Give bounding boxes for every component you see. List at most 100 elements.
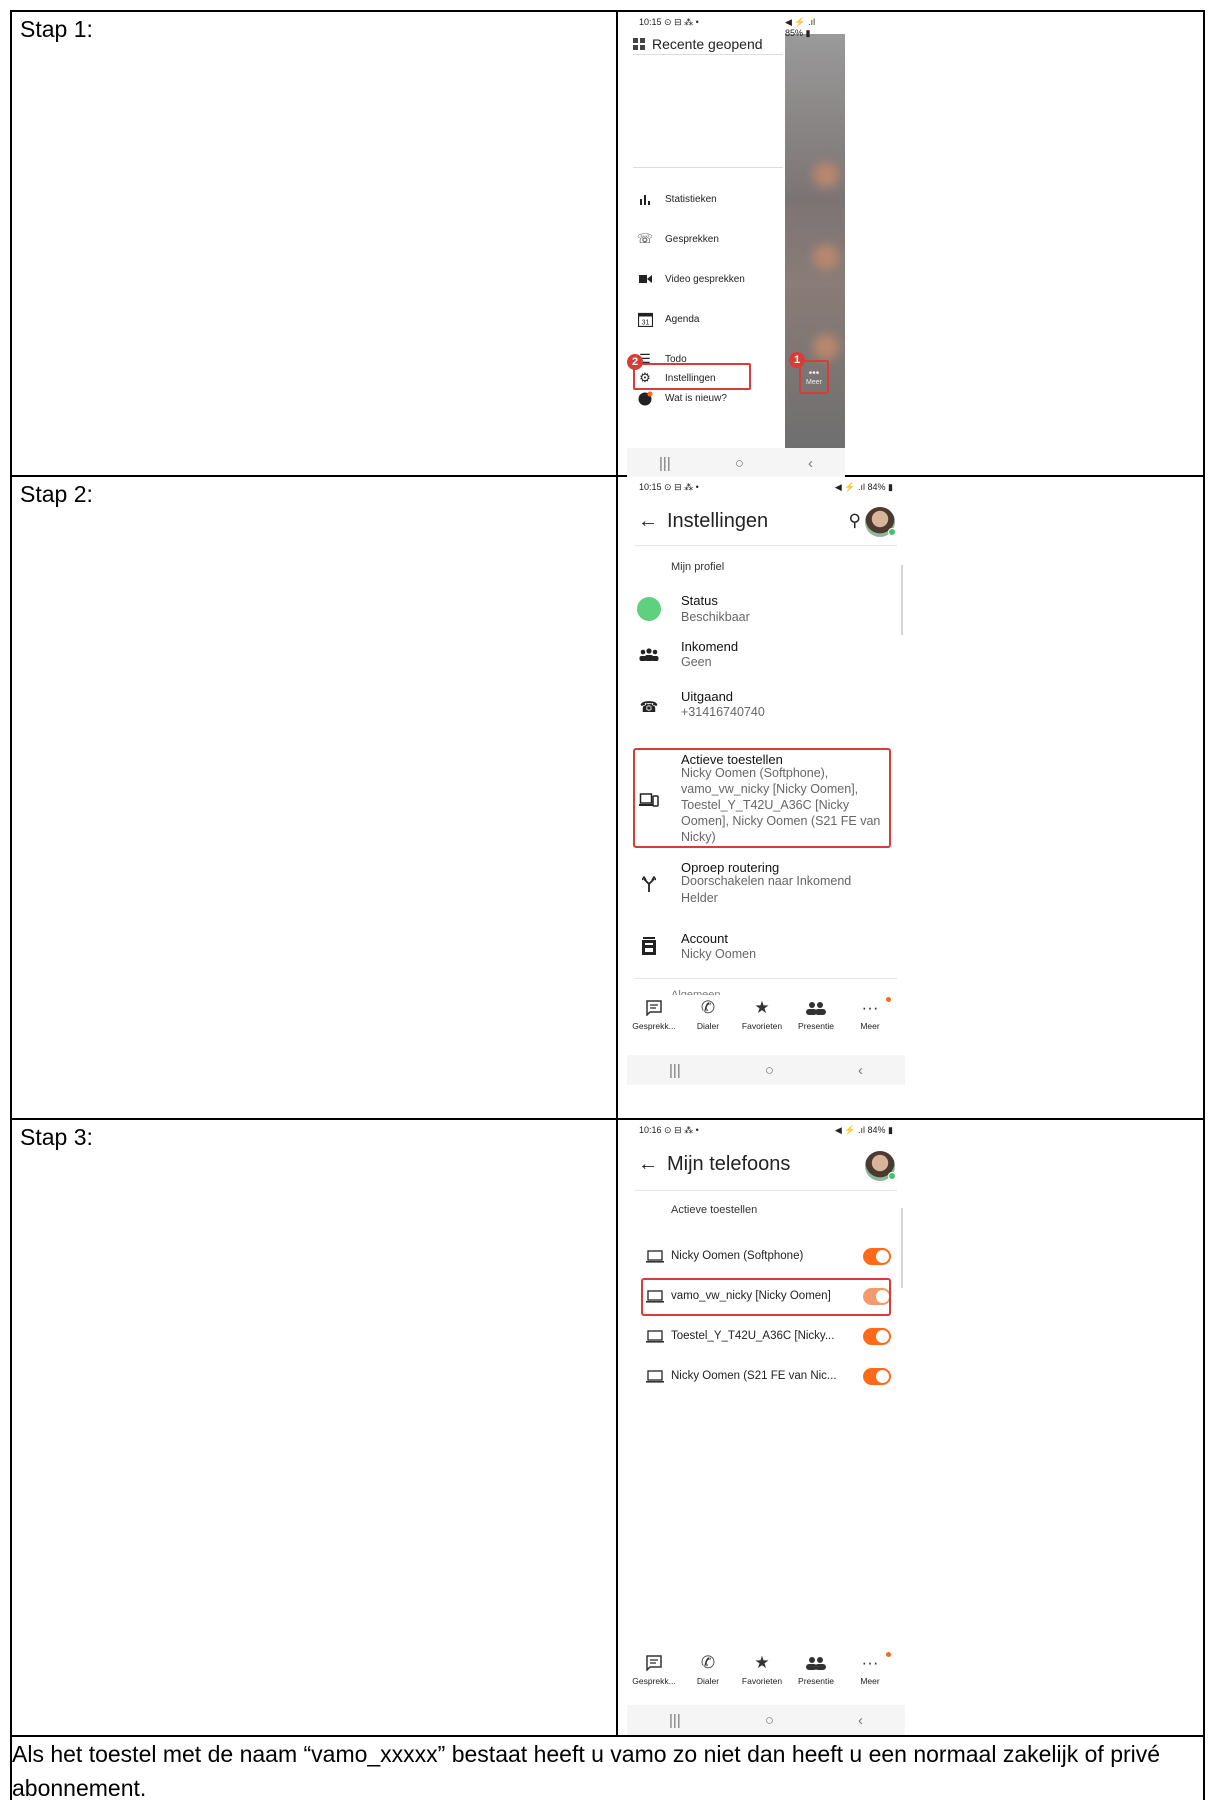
menu-label: Video gesprekken	[665, 273, 745, 285]
menu-item-statistieken[interactable]: Statistieken	[637, 188, 777, 210]
status-dot-icon	[637, 597, 661, 621]
status-bar: 10:15 ⊙ ⊟ ⁂ • ◀ ⚡ .ıl 84% ▮	[627, 477, 905, 499]
account-icon	[637, 934, 661, 958]
presence-icon	[789, 1650, 843, 1676]
star-icon: ★	[754, 998, 770, 1017]
bar-chart-icon	[637, 191, 653, 207]
setting-label: Account	[681, 931, 728, 946]
recent-opened-label: Recente geopend	[652, 36, 763, 52]
nav-label: Meer	[860, 1021, 880, 1031]
android-nav-bar: ||| ○ ‹	[627, 448, 845, 478]
home-button[interactable]: ○	[735, 455, 744, 472]
status-time: 10:16 ⊙ ⊟ ⁂ •	[639, 1125, 699, 1135]
recents-button[interactable]: |||	[669, 1712, 681, 1729]
page-title: Mijn telefoons	[667, 1152, 791, 1175]
device-toggle[interactable]	[863, 1328, 891, 1345]
status-time: 10:15 ⊙ ⊟ ⁂ •	[639, 482, 699, 492]
back-arrow-icon[interactable]: ←	[633, 510, 663, 533]
divider	[633, 167, 783, 168]
nav-dialer[interactable]: ✆ Dialer	[681, 1650, 735, 1686]
nav-label: Gesprekk...	[632, 1021, 676, 1031]
back-button[interactable]: ‹	[808, 455, 813, 472]
home-button[interactable]: ○	[765, 1062, 774, 1079]
blurred-avatar	[813, 162, 839, 188]
home-button[interactable]: ○	[765, 1712, 774, 1729]
device-name: Toestel_Y_T42U_A36C [Nicky...	[671, 1330, 835, 1342]
setting-status[interactable]: Status Beschikbaar	[627, 587, 905, 627]
highlight-vamo-device	[641, 1278, 891, 1316]
nav-gesprekken[interactable]: Gesprekk...	[627, 1650, 681, 1686]
nav-favorieten[interactable]: ★ Favorieten	[735, 995, 789, 1031]
search-icon[interactable]: ⚲	[849, 511, 861, 531]
back-button[interactable]: ‹	[858, 1712, 863, 1729]
divider	[633, 54, 783, 55]
step-3-cell: Stap 3:	[10, 1118, 618, 1737]
device-name: Nicky Oomen (Softphone)	[671, 1250, 804, 1262]
phone-calls-icon: ☏	[636, 231, 654, 246]
grid-icon	[633, 37, 646, 51]
menu-item-video-gesprekken[interactable]: Video gesprekken	[637, 268, 777, 290]
divider	[635, 545, 897, 546]
presence-dot	[888, 1172, 896, 1180]
device-name: Nicky Oomen (S21 FE van Nic...	[671, 1370, 837, 1382]
section-title: Mijn profiel	[671, 561, 725, 573]
setting-label: Inkomend	[681, 639, 739, 654]
chat-icon	[627, 1650, 681, 1676]
setting-inkomend[interactable]: Inkomend Geen	[627, 635, 905, 675]
avatar[interactable]	[865, 507, 896, 537]
menu-label: Wat is nieuw?	[665, 392, 727, 404]
screenshot-step-2: 10:15 ⊙ ⊟ ⁂ • ◀ ⚡ .ıl 84% ▮ ← Instelling…	[627, 477, 905, 1085]
status-bar-right: ◀ ⚡ .ıl 85% ▮	[785, 12, 845, 38]
nav-gesprekken[interactable]: Gesprekk...	[627, 995, 681, 1031]
page-title: Instellingen	[667, 509, 769, 532]
nav-presentie[interactable]: Presentie	[789, 995, 843, 1031]
nav-label: Dialer	[696, 1676, 720, 1686]
setting-oproep-routering[interactable]: Oproep routering Doorschakelen naar Inko…	[627, 858, 905, 918]
videocam-icon	[637, 271, 653, 287]
app-bar: ← Mijn telefoons	[627, 1146, 905, 1182]
menu-item-gesprekken[interactable]: ☏ Gesprekken	[637, 228, 777, 250]
recent-opened-header[interactable]: Recente geopend	[633, 36, 763, 52]
instruction-table: Stap 1: Stap 2: Stap 3: Als het toestel …	[10, 10, 1205, 1800]
calendar-icon: 31	[637, 311, 653, 327]
chat-icon	[627, 995, 681, 1021]
menu-label: Statistieken	[665, 193, 717, 205]
device-row[interactable]: Toestel_Y_T42U_A36C [Nicky...	[627, 1324, 905, 1350]
highlight-actieve-toestellen	[633, 748, 891, 848]
nav-label: Presentie	[798, 1021, 834, 1031]
step-1-cell: Stap 1:	[10, 10, 618, 477]
recents-button[interactable]: |||	[659, 455, 671, 472]
blurred-avatar	[813, 244, 839, 270]
laptop-icon	[645, 1368, 665, 1384]
setting-uitgaand[interactable]: ☎ Uitgaand +31416740740	[627, 685, 905, 729]
routing-icon	[637, 872, 661, 896]
nav-dialer[interactable]: ✆ Dialer	[681, 995, 735, 1031]
screenshot-step-3: 10:16 ⊙ ⊟ ⁂ • ◀ ⚡ .ıl 84% ▮ ← Mijn telef…	[627, 1120, 905, 1735]
nav-favorieten[interactable]: ★ Favorieten	[735, 1650, 789, 1686]
recents-button[interactable]: |||	[669, 1062, 681, 1079]
new-icon	[637, 390, 653, 406]
menu-item-agenda[interactable]: 31 Agenda	[637, 308, 777, 330]
device-row[interactable]: Nicky Oomen (Softphone)	[627, 1244, 905, 1270]
setting-value: Beschikbaar	[681, 610, 750, 624]
nav-label: Meer	[860, 1676, 880, 1686]
android-nav-bar: ||| ○ ‹	[627, 1705, 905, 1735]
back-arrow-icon[interactable]: ←	[633, 1153, 663, 1176]
avatar[interactable]	[865, 1151, 896, 1181]
step-2-label: Stap 2:	[20, 481, 93, 507]
back-button[interactable]: ‹	[858, 1062, 863, 1079]
nav-label: Dialer	[696, 1021, 720, 1031]
setting-label: Uitgaand	[681, 689, 734, 704]
status-system-icons: ◀ ⚡ .ıl 84% ▮	[834, 482, 893, 492]
device-toggle[interactable]	[863, 1368, 891, 1385]
step-3-label: Stap 3:	[20, 1124, 93, 1150]
setting-account[interactable]: Account Nicky Oomen	[627, 928, 905, 968]
menu-label: Gesprekken	[665, 233, 719, 245]
menu-item-wat-is-nieuw[interactable]: Wat is nieuw?	[637, 387, 777, 409]
nav-label: Presentie	[798, 1676, 834, 1686]
notification-dot	[886, 997, 891, 1002]
device-toggle[interactable]	[863, 1248, 891, 1265]
nav-presentie[interactable]: Presentie	[789, 1650, 843, 1686]
device-row[interactable]: Nicky Oomen (S21 FE van Nic...	[627, 1364, 905, 1390]
step-2-cell: Stap 2:	[10, 475, 618, 1120]
